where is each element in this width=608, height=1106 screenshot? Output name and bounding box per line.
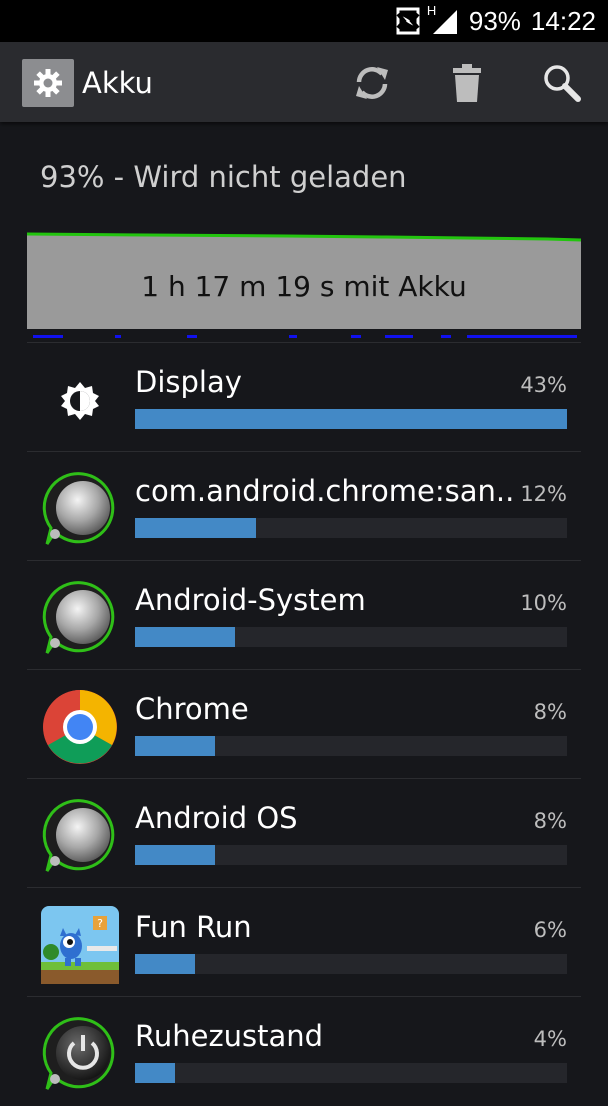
display-brightness-icon [61,382,99,420]
power-icon [42,1017,115,1090]
action-bar: Akku [0,42,608,122]
item-name: Ruhezustand [135,1019,324,1053]
chrome-icon [43,690,117,764]
item-name: Fun Run [135,910,252,944]
usage-bar [135,845,567,865]
item-name: Android-System [135,583,366,617]
search-icon [544,65,581,102]
item-name: com.android.chrome:san.. [135,474,515,508]
usage-bar-fill [135,627,236,647]
delete-button[interactable] [443,59,491,107]
android-system-icon [42,472,115,545]
item-percent: 10% [520,591,567,615]
network-type: H [426,3,437,18]
refresh-icon [356,67,388,99]
settings-app-icon[interactable] [22,59,74,107]
usage-bar-fill [135,1063,176,1083]
usage-bar-fill [135,954,196,974]
usage-bar [135,409,567,429]
item-percent: 4% [533,1027,567,1051]
gear-icon [34,69,62,97]
usage-bar [135,954,567,974]
item-name: Display [135,365,242,399]
usage-bar [135,518,567,538]
search-button[interactable] [538,59,586,107]
usage-bar-fill [135,845,216,865]
graph-label: 1 h 17 m 19 s mit Akku [141,270,467,303]
usage-bar [135,627,567,647]
usage-bar-fill [135,518,256,538]
list-item[interactable]: ? Fun Run 6% [27,887,581,997]
list-item[interactable]: com.android.chrome:san.. 12% [27,451,581,561]
nfc-icon [396,7,420,35]
item-name: Chrome [135,692,249,726]
usage-bar-fill [135,409,567,429]
android-system-icon [42,581,115,654]
svg-text:?: ? [97,917,103,930]
trash-icon [453,64,481,102]
item-percent: 12% [520,482,567,506]
clock: 14:22 [530,5,596,36]
item-percent: 43% [520,373,567,397]
list-item[interactable]: Ruhezustand 4% [27,996,581,1106]
list-item[interactable]: Android OS 8% [27,778,581,888]
battery-percent: 93% [468,5,521,36]
status-bar: H 93% 14:22 [0,0,608,42]
page-title: Akku [82,66,153,100]
battery-history-graph[interactable]: 1 h 17 m 19 s mit Akku [26,232,582,342]
android-system-icon [42,799,115,872]
list-item[interactable]: Chrome 8% [27,669,581,779]
item-percent: 8% [533,700,567,724]
list-item[interactable]: Display 43% [27,342,581,452]
battery-status-text: 93% - Wird nicht geladen [40,160,407,194]
list-item[interactable]: Android-System 10% [27,560,581,670]
usage-bar [135,1063,567,1083]
refresh-button[interactable] [348,59,396,107]
item-percent: 8% [533,809,567,833]
fun-run-icon: ? [41,906,119,984]
usage-bar-fill [135,736,216,756]
usage-bar [135,736,567,756]
item-percent: 6% [533,918,567,942]
item-name: Android OS [135,801,298,835]
